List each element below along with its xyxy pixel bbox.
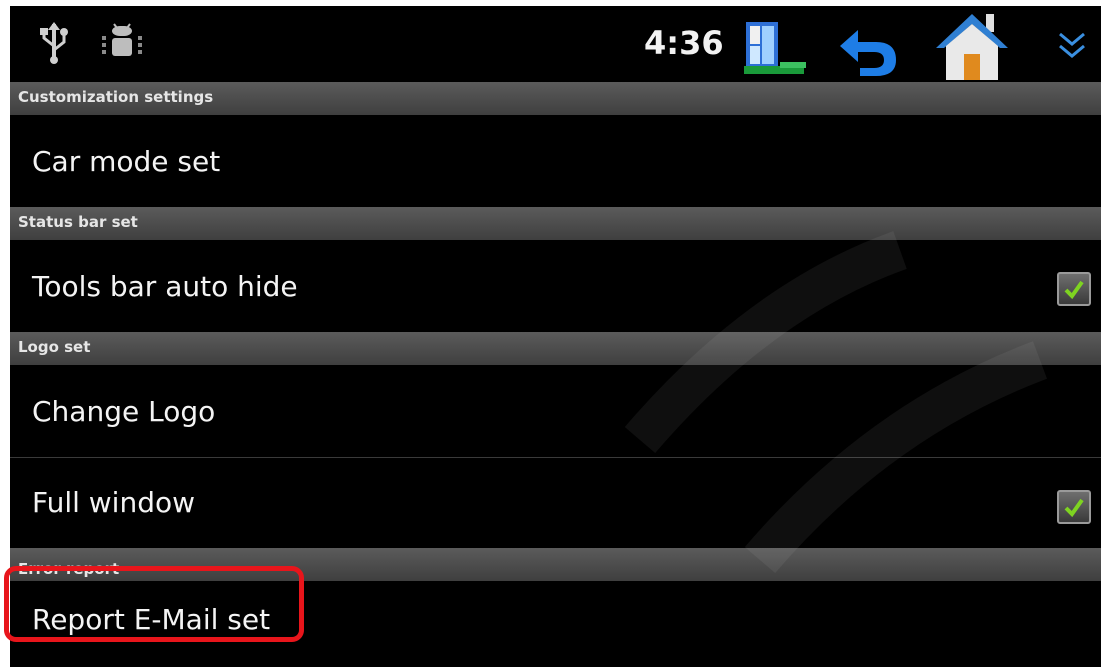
list-item-tools-bar-auto-hide[interactable]: Tools bar auto hide [10, 240, 1101, 332]
list-item-full-window[interactable]: Full window [10, 458, 1101, 548]
clock: 4:36 [644, 24, 724, 62]
section-header-status-bar: Status bar set [10, 207, 1101, 240]
section-title: Customization settings [18, 88, 214, 106]
list-item-change-logo[interactable]: Change Logo [10, 365, 1101, 457]
section-header-customization: Customization settings [10, 82, 1101, 115]
item-label: Car mode set [32, 145, 221, 178]
back-icon[interactable] [836, 24, 900, 82]
toolbox-icon[interactable] [740, 18, 810, 82]
section-title: Logo set [18, 338, 91, 356]
home-icon[interactable] [934, 8, 1010, 86]
item-label: Change Logo [32, 395, 216, 428]
android-debug-icon [100, 22, 144, 66]
section-title: Status bar set [18, 213, 138, 231]
section-header-logo: Logo set [10, 332, 1101, 365]
list-item-car-mode-set[interactable]: Car mode set [10, 115, 1101, 207]
highlight-box [4, 566, 304, 642]
full-window-checkbox[interactable] [1057, 490, 1091, 524]
item-label: Full window [32, 486, 196, 519]
status-bar: 4:36 [10, 6, 1101, 84]
tools-bar-auto-hide-checkbox[interactable] [1057, 272, 1091, 306]
checkmark-icon [1064, 498, 1084, 518]
checkmark-icon [1064, 280, 1084, 300]
item-label: Tools bar auto hide [32, 270, 298, 303]
collapse-icon[interactable] [1054, 28, 1090, 68]
usb-icon [38, 20, 70, 68]
